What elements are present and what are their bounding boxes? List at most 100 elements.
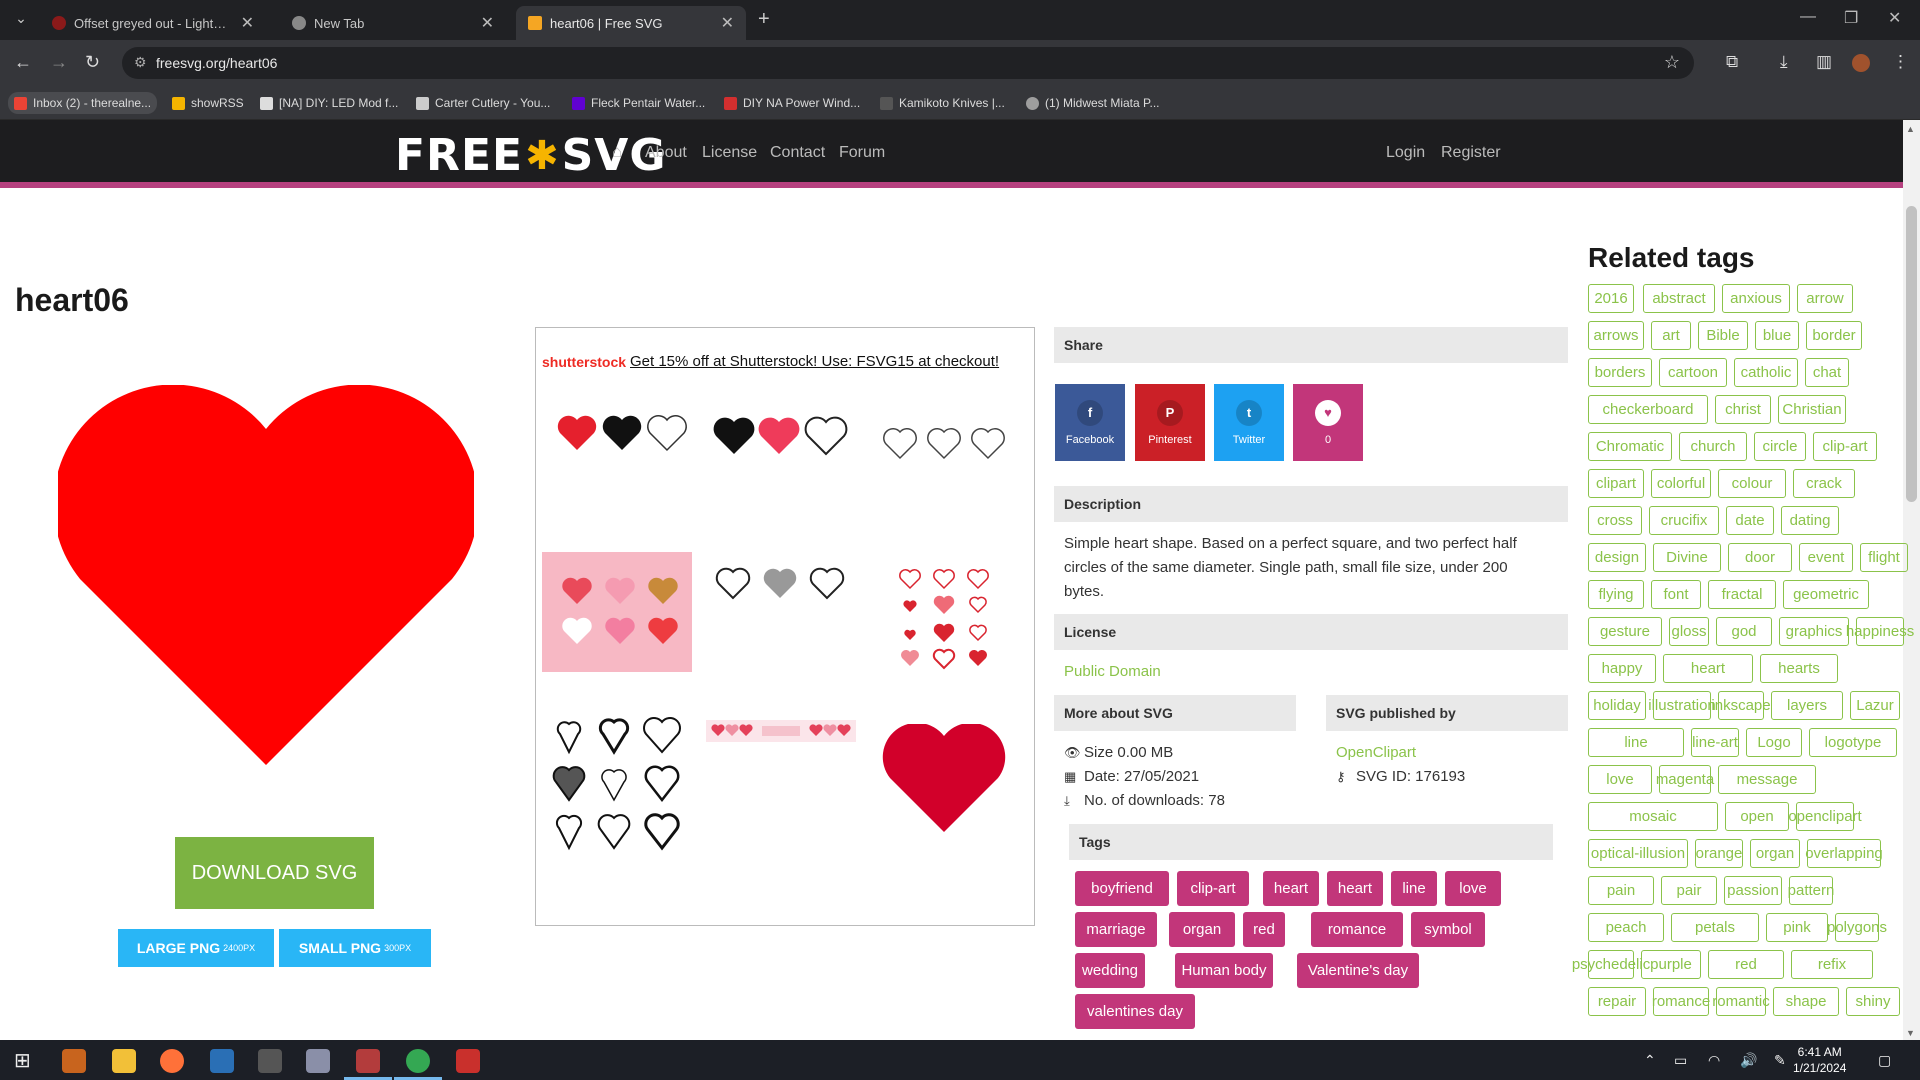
related-tag-chip[interactable]: optical-illusion xyxy=(1588,839,1688,868)
related-tag-chip[interactable]: borders xyxy=(1588,358,1652,387)
nav-login[interactable]: Login xyxy=(1386,144,1425,162)
tab-search-icon[interactable]: ⌄ xyxy=(10,10,32,30)
related-tag-chip[interactable]: arrows xyxy=(1588,321,1644,350)
related-tag-chip[interactable]: chat xyxy=(1805,358,1849,387)
bookmark-star-icon[interactable]: ☆ xyxy=(1664,52,1680,73)
related-tag-chip[interactable]: cartoon xyxy=(1659,358,1727,387)
tag-chip[interactable]: clip-art xyxy=(1177,871,1249,906)
crow-app-icon[interactable] xyxy=(258,1049,282,1073)
nav-contact[interactable]: Contact xyxy=(770,144,825,162)
related-tag-chip[interactable]: flight xyxy=(1860,543,1908,572)
new-tab-plus-icon[interactable]: + xyxy=(758,8,770,31)
notifications-icon[interactable]: ▢ xyxy=(1878,1052,1891,1069)
related-tag-chip[interactable]: pair xyxy=(1661,876,1717,905)
favorite-button[interactable]: ♥ 0 xyxy=(1293,384,1363,461)
related-tag-chip[interactable]: layers xyxy=(1771,691,1843,720)
related-tag-chip[interactable]: hearts xyxy=(1760,654,1838,683)
related-tag-chip[interactable]: Chromatic xyxy=(1588,432,1672,461)
related-tag-chip[interactable]: line xyxy=(1588,728,1684,757)
ad-thumbnail-sketch-hearts[interactable] xyxy=(542,708,692,858)
related-tag-chip[interactable]: message xyxy=(1718,765,1816,794)
related-tag-chip[interactable]: romantic xyxy=(1712,987,1770,1016)
related-tag-chip[interactable]: circle xyxy=(1754,432,1806,461)
tab-heart06[interactable]: heart06 | Free SVG ✕ xyxy=(516,6,746,40)
tag-chip[interactable]: romance xyxy=(1311,912,1403,947)
nav-license[interactable]: License xyxy=(702,144,757,162)
related-tag-chip[interactable]: gesture xyxy=(1588,617,1662,646)
related-tag-chip[interactable]: arrow xyxy=(1797,284,1853,313)
bookmark-led-mod[interactable]: [NA] DIY: LED Mod f... xyxy=(254,92,404,114)
site-info-icon[interactable]: ⚙ xyxy=(134,54,147,71)
tag-chip[interactable]: heart xyxy=(1263,871,1319,906)
tag-chip[interactable]: valentines day xyxy=(1075,994,1195,1029)
related-tag-chip[interactable]: pain xyxy=(1588,876,1654,905)
wifi-icon[interactable]: ◠ xyxy=(1708,1052,1720,1069)
related-tag-chip[interactable]: polygons xyxy=(1827,913,1887,942)
ad-thumbnail-outline-hearts[interactable] xyxy=(870,392,1020,512)
related-tag-chip[interactable]: peach xyxy=(1588,913,1664,942)
related-tag-chip[interactable]: holiday xyxy=(1588,691,1646,720)
minimize-window-icon[interactable]: — xyxy=(1800,8,1816,26)
bookmark-inbox[interactable]: Inbox (2) - therealne... xyxy=(8,92,158,114)
tag-chip[interactable]: line xyxy=(1391,871,1437,906)
publisher-link[interactable]: OpenClipart xyxy=(1336,744,1416,761)
tag-chip[interactable]: boyfriend xyxy=(1075,871,1169,906)
bookmark-showrss[interactable]: showRSS xyxy=(166,92,250,114)
related-tag-chip[interactable]: refix xyxy=(1791,950,1873,979)
close-window-icon[interactable]: ✕ xyxy=(1888,8,1901,28)
related-tag-chip[interactable]: purple xyxy=(1641,950,1701,979)
red-app-icon[interactable] xyxy=(456,1049,480,1073)
extensions-icon[interactable]: ⧉ xyxy=(1726,52,1738,72)
related-tag-chip[interactable]: orange xyxy=(1695,839,1743,868)
related-tag-chip[interactable]: abstract xyxy=(1643,284,1715,313)
related-tag-chip[interactable]: psychedelic xyxy=(1572,950,1650,979)
tag-chip[interactable]: love xyxy=(1445,871,1501,906)
related-tag-chip[interactable]: petals xyxy=(1671,913,1759,942)
profile-avatar[interactable] xyxy=(1852,54,1870,72)
mixer-app-icon[interactable] xyxy=(306,1049,330,1073)
tag-chip[interactable]: heart xyxy=(1327,871,1383,906)
related-tag-chip[interactable]: catholic xyxy=(1734,358,1798,387)
related-tag-chip[interactable]: love xyxy=(1588,765,1652,794)
related-tag-chip[interactable]: line-art xyxy=(1691,728,1739,757)
ad-thumbnail-3d-hearts[interactable] xyxy=(542,552,692,672)
related-tag-chip[interactable]: pattern xyxy=(1788,876,1834,905)
related-tag-chip[interactable]: christ xyxy=(1715,395,1771,424)
related-tag-chip[interactable]: art xyxy=(1651,321,1691,350)
file-explorer-icon[interactable] xyxy=(112,1049,136,1073)
facebook-share-button[interactable]: f Facebook xyxy=(1055,384,1125,461)
freesvg-logo[interactable]: FREE ✱ SVG xyxy=(395,130,666,181)
tag-chip[interactable]: wedding xyxy=(1075,953,1145,988)
download-svg-button[interactable]: DOWNLOAD SVG xyxy=(175,837,374,909)
pen-tool-app-icon[interactable] xyxy=(356,1049,380,1073)
firefox-icon[interactable] xyxy=(160,1049,184,1073)
related-tag-chip[interactable]: illustration xyxy=(1648,691,1716,720)
ad-thumbnail-hearts-2[interactable] xyxy=(706,392,856,512)
related-tag-chip[interactable]: graphics xyxy=(1779,617,1849,646)
home-icon[interactable]: ⌂ xyxy=(612,142,622,162)
close-tab-icon[interactable]: ✕ xyxy=(721,13,734,33)
tag-chip[interactable]: organ xyxy=(1169,912,1235,947)
battery-icon[interactable]: ▭ xyxy=(1674,1052,1687,1069)
related-tag-chip[interactable]: red xyxy=(1708,950,1784,979)
bookmark-midwest-miata[interactable]: (1) Midwest Miata P... xyxy=(1020,92,1165,114)
scroll-down-arrow-icon[interactable]: ▼ xyxy=(1906,1028,1915,1038)
lightburn-app-icon[interactable] xyxy=(62,1049,86,1073)
menu-kebab-icon[interactable]: ⋮ xyxy=(1892,52,1909,72)
pen-icon[interactable]: ✎ xyxy=(1774,1052,1786,1069)
bookmark-diy-na-power[interactable]: DIY NA Power Wind... xyxy=(718,92,866,114)
related-tag-chip[interactable]: happiness xyxy=(1846,617,1914,646)
related-tag-chip[interactable]: geometric xyxy=(1783,580,1869,609)
shutterstock-logo[interactable]: shutterstock xyxy=(542,354,626,370)
related-tag-chip[interactable]: happy xyxy=(1588,654,1656,683)
reload-icon[interactable]: ↻ xyxy=(85,52,100,73)
related-tag-chip[interactable]: shiny xyxy=(1846,987,1900,1016)
pinterest-share-button[interactable]: P Pinterest xyxy=(1135,384,1205,461)
related-tag-chip[interactable]: god xyxy=(1716,617,1772,646)
small-png-button[interactable]: SMALL PNG 300PX xyxy=(279,929,431,967)
related-tag-chip[interactable]: design xyxy=(1588,543,1646,572)
related-tag-chip[interactable]: 2016 xyxy=(1588,284,1634,313)
related-tag-chip[interactable]: heart xyxy=(1663,654,1753,683)
related-tag-chip[interactable]: checkerboard xyxy=(1588,395,1708,424)
side-panel-icon[interactable]: ▥ xyxy=(1816,52,1832,72)
